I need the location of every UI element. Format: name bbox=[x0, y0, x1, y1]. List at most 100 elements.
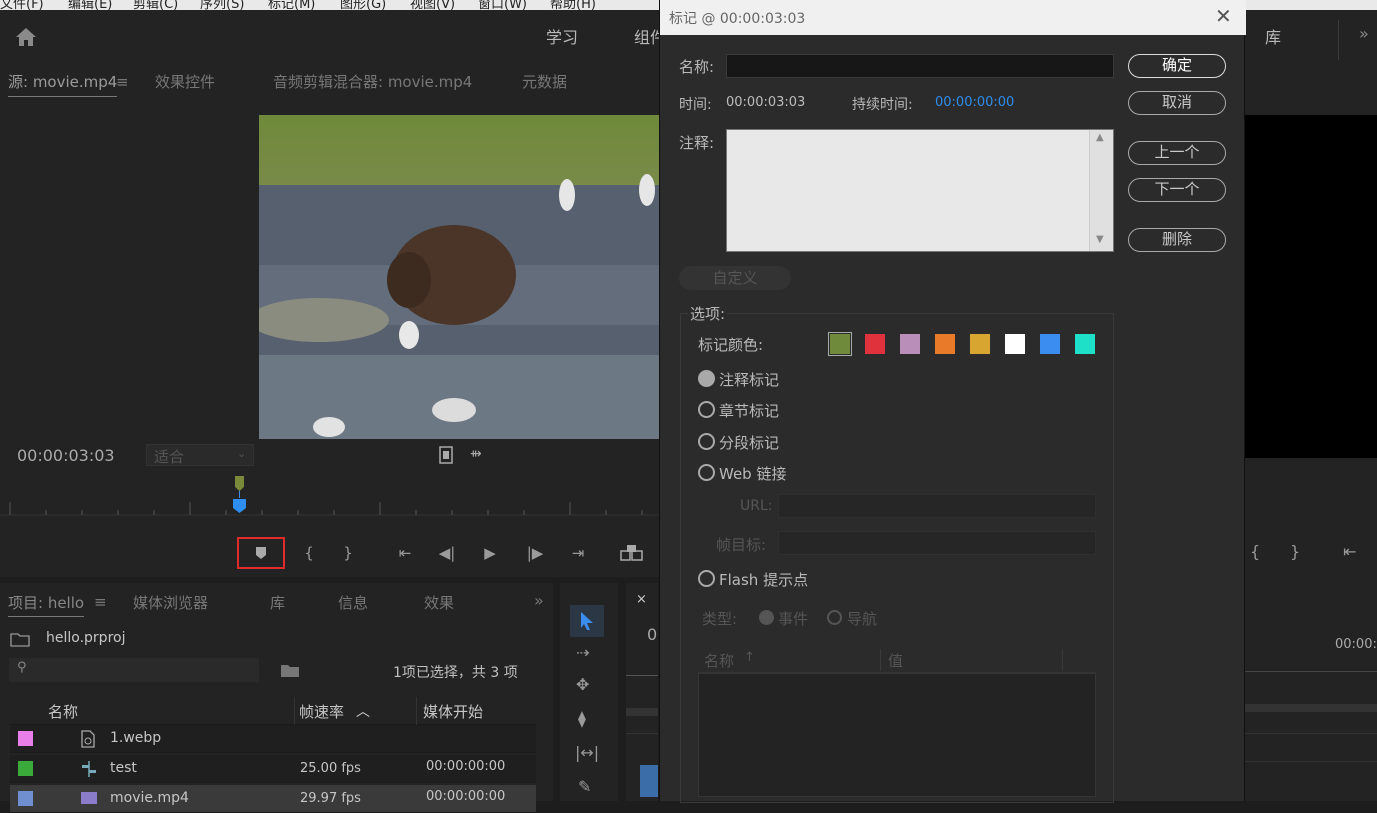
color-swatch-cyan[interactable] bbox=[1075, 334, 1095, 354]
tab-media-browser[interactable]: 媒体浏览器 bbox=[133, 592, 208, 613]
project-panel-menu-icon[interactable]: ≡ bbox=[94, 593, 107, 611]
track-select-tool[interactable]: ⇢ bbox=[576, 643, 589, 662]
workspace-tab-learn[interactable]: 学习 bbox=[546, 24, 578, 48]
fit-dropdown[interactable]: 适合 ⌄ bbox=[146, 444, 254, 466]
menu-graphics[interactable]: 图形(G) bbox=[340, 0, 386, 10]
name-input[interactable] bbox=[726, 54, 1114, 78]
source-time-ruler[interactable] bbox=[0, 470, 660, 520]
label-color-swatch[interactable] bbox=[18, 791, 33, 806]
timeline-timecode[interactable]: 0 bbox=[647, 625, 657, 644]
label-color-swatch[interactable] bbox=[18, 731, 33, 746]
go-to-out-icon[interactable]: ⇥ bbox=[565, 540, 591, 566]
workspace-tab-libraries[interactable]: 库 bbox=[1265, 24, 1281, 48]
radio-flash-cue-point[interactable] bbox=[698, 570, 715, 587]
source-timecode[interactable]: 00:00:03:03 bbox=[17, 446, 115, 465]
tab-metadata[interactable]: 元数据 bbox=[522, 71, 567, 92]
play-icon[interactable]: ▶ bbox=[477, 540, 503, 566]
new-bin-search-icon[interactable] bbox=[280, 662, 300, 678]
insert-icon[interactable] bbox=[620, 544, 644, 562]
radio-navigation[interactable] bbox=[827, 610, 842, 625]
radio-comment-marker[interactable] bbox=[698, 370, 715, 387]
ripple-edit-tool[interactable]: ✥ bbox=[576, 675, 589, 694]
radio-chapter-marker[interactable] bbox=[698, 401, 715, 418]
duration-value[interactable]: 00:00:00:00 bbox=[935, 95, 1014, 110]
table-row[interactable]: test 25.00 fps 00:00:00:00 bbox=[10, 755, 536, 783]
menu-marker[interactable]: 标记(M) bbox=[268, 0, 315, 10]
color-swatch-purple[interactable] bbox=[900, 334, 920, 354]
label-color-swatch[interactable] bbox=[18, 761, 33, 776]
home-icon[interactable] bbox=[14, 26, 38, 48]
tab-info[interactable]: 信息 bbox=[338, 592, 368, 613]
color-swatch-red[interactable] bbox=[865, 334, 885, 354]
menu-sequence[interactable]: 序列(S) bbox=[200, 0, 244, 10]
tab-source[interactable]: 源: movie.mp4 bbox=[8, 71, 118, 97]
panel-menu-icon[interactable]: ≡ bbox=[116, 73, 129, 91]
tab-audio-clip-mixer[interactable]: 音频剪辑混合器: movie.mp4 bbox=[273, 71, 472, 92]
menu-view[interactable]: 视图(V) bbox=[410, 0, 455, 10]
color-swatch-green[interactable] bbox=[828, 332, 852, 356]
menu-clip[interactable]: 剪辑(C) bbox=[133, 0, 178, 10]
scroll-down-icon[interactable]: ▼ bbox=[1096, 234, 1104, 245]
scroll-up-icon[interactable]: ▲ bbox=[1096, 132, 1104, 143]
cancel-button[interactable]: 取消 bbox=[1128, 91, 1226, 115]
menu-help[interactable]: 帮助(H) bbox=[550, 0, 596, 10]
mark-in-icon[interactable]: { bbox=[296, 540, 322, 566]
next-button[interactable]: 下一个 bbox=[1128, 178, 1226, 202]
column-media-start[interactable]: 媒体开始 bbox=[423, 701, 483, 722]
mark-out-icon[interactable]: } bbox=[335, 540, 361, 566]
menu-edit[interactable]: 编辑(E) bbox=[68, 0, 112, 10]
selection-status: 1项已选择，共 3 项 bbox=[393, 665, 518, 681]
column-cue-value[interactable]: 值 bbox=[888, 650, 903, 671]
menu-window[interactable]: 窗口(W) bbox=[478, 0, 527, 10]
pen-tool[interactable]: ✎ bbox=[578, 777, 591, 796]
customize-button[interactable]: 自定义 bbox=[679, 266, 791, 290]
table-row-selected[interactable]: movie.mp4 29.97 fps 00:00:00:00 bbox=[10, 785, 536, 813]
more-workspaces-button[interactable]: » bbox=[1359, 24, 1369, 43]
selection-tool[interactable] bbox=[570, 605, 604, 637]
razor-tool[interactable]: ⧫ bbox=[578, 709, 586, 728]
go-to-in-icon[interactable]: ⇤ bbox=[1343, 542, 1356, 561]
close-icon[interactable]: ✕ bbox=[1215, 4, 1232, 28]
previous-button[interactable]: 上一个 bbox=[1128, 141, 1226, 165]
frame-target-input[interactable] bbox=[778, 531, 1096, 555]
drag-audio-icon[interactable]: ⇻ bbox=[470, 446, 482, 462]
url-input[interactable] bbox=[778, 494, 1096, 518]
cue-points-table[interactable] bbox=[698, 673, 1096, 797]
column-name[interactable]: 名称 bbox=[48, 701, 78, 722]
column-frame-rate[interactable]: 帧速率 bbox=[299, 701, 344, 722]
tab-project[interactable]: 项目: hello bbox=[8, 592, 85, 617]
video-clip-block[interactable] bbox=[640, 765, 658, 797]
column-cue-name[interactable]: 名称 bbox=[704, 650, 734, 671]
table-row[interactable]: 1.webp bbox=[10, 725, 536, 753]
step-forward-icon[interactable]: |▶ bbox=[522, 540, 548, 566]
notes-textarea[interactable]: ▲ ▼ bbox=[726, 129, 1114, 252]
time-value: 00:00:03:03 bbox=[726, 95, 806, 110]
tab-libraries[interactable]: 库 bbox=[270, 592, 285, 613]
mark-out-icon[interactable]: } bbox=[1290, 542, 1300, 561]
close-sequence-icon[interactable]: × bbox=[636, 592, 647, 607]
menu-file[interactable]: 文件(F) bbox=[0, 0, 44, 10]
workspace-tab-assembly[interactable]: 组件 bbox=[634, 24, 659, 48]
radio-web-link[interactable] bbox=[698, 464, 715, 481]
tab-effect-controls[interactable]: 效果控件 bbox=[155, 71, 215, 92]
go-to-in-icon[interactable]: ⇤ bbox=[392, 540, 418, 566]
color-swatch-blue[interactable] bbox=[1040, 334, 1060, 354]
color-swatch-orange[interactable] bbox=[935, 334, 955, 354]
image-file-icon bbox=[81, 730, 95, 748]
color-swatch-white[interactable] bbox=[1005, 334, 1025, 354]
color-swatch-yellow[interactable] bbox=[970, 334, 990, 354]
sort-up-icon: ↑ bbox=[744, 650, 755, 665]
radio-event[interactable] bbox=[759, 610, 774, 625]
ok-button[interactable]: 确定 bbox=[1128, 54, 1226, 78]
radio-segmentation-marker[interactable] bbox=[698, 433, 715, 450]
tab-effects[interactable]: 效果 bbox=[424, 592, 454, 613]
project-search-input[interactable]: ⚲ bbox=[9, 658, 259, 682]
notes-scrollbar[interactable]: ▲ ▼ bbox=[1089, 130, 1113, 251]
more-tabs-icon[interactable]: » bbox=[534, 591, 544, 610]
marker-icon[interactable] bbox=[254, 545, 268, 561]
step-back-icon[interactable]: ◀| bbox=[434, 540, 460, 566]
delete-button[interactable]: 删除 bbox=[1128, 228, 1226, 252]
mark-in-icon[interactable]: { bbox=[1250, 542, 1260, 561]
slip-tool[interactable]: |↔| bbox=[575, 743, 599, 762]
filmstrip-icon[interactable] bbox=[438, 446, 454, 464]
